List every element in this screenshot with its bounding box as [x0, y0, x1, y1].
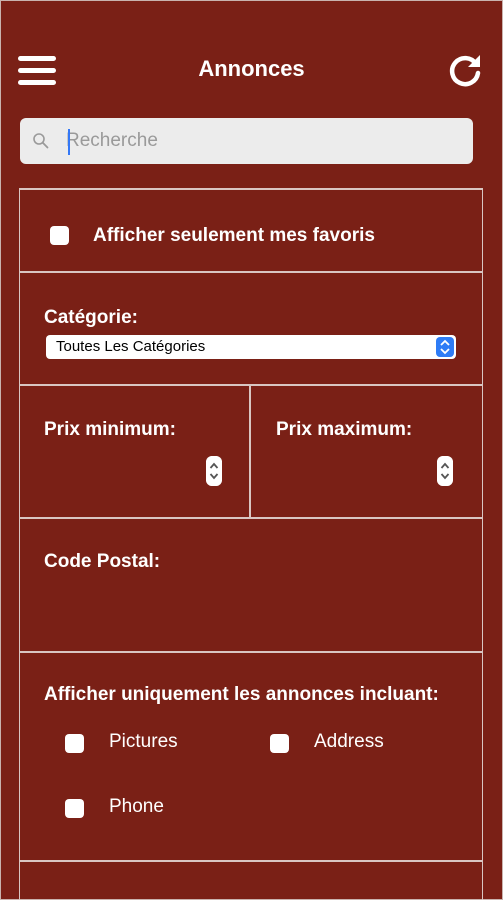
phone-checkbox[interactable]: [65, 799, 84, 818]
price-max-label: Prix maximum:: [276, 419, 413, 440]
address-label: Address: [314, 731, 384, 752]
filter-panel: [19, 188, 483, 900]
price-max-stepper[interactable]: [437, 456, 453, 486]
search-input[interactable]: [66, 126, 461, 156]
category-select-value: Toutes Les Catégories: [56, 338, 206, 355]
favorites-checkbox[interactable]: [50, 226, 69, 245]
pictures-label: Pictures: [109, 731, 178, 752]
divider: [249, 385, 251, 518]
category-select[interactable]: Toutes Les Catégories: [46, 335, 456, 359]
favorites-label: Afficher seulement mes favoris: [93, 225, 375, 246]
search-bar[interactable]: [20, 118, 473, 164]
text-cursor: [68, 129, 70, 155]
refresh-icon[interactable]: [447, 52, 483, 88]
include-label: Afficher uniquement les annonces incluan…: [44, 684, 439, 705]
divider: [19, 384, 483, 386]
phone-label: Phone: [109, 796, 164, 817]
divider: [19, 188, 483, 190]
pictures-checkbox[interactable]: [65, 734, 84, 753]
postal-code-input[interactable]: [44, 580, 454, 630]
category-label: Catégorie:: [44, 307, 138, 328]
postal-code-label: Code Postal:: [44, 551, 161, 572]
chevron-updown-icon: [436, 337, 454, 357]
price-min-label: Prix minimum:: [44, 419, 176, 440]
divider: [19, 517, 483, 519]
divider: [19, 860, 483, 862]
page-title: Annonces: [198, 56, 305, 81]
price-min-stepper[interactable]: [206, 456, 222, 486]
divider: [19, 271, 483, 273]
address-checkbox[interactable]: [270, 734, 289, 753]
divider: [19, 651, 483, 653]
search-icon: [33, 133, 49, 149]
